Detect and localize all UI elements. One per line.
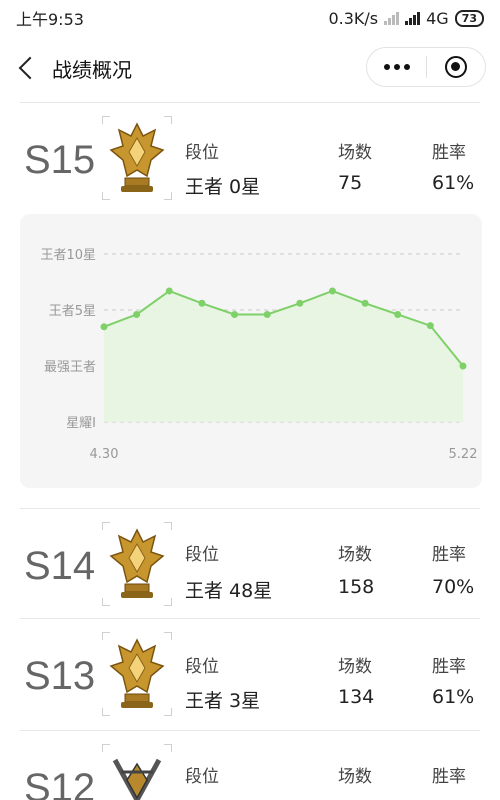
nav-bar: 战绩概况: [0, 40, 500, 96]
games-label: 场数: [338, 143, 372, 163]
divider: [20, 730, 480, 731]
games-value: 158: [338, 576, 375, 598]
rank-label: 段位: [185, 767, 219, 787]
starlight-rank-badge-icon: [102, 744, 172, 800]
season-label: S14: [24, 544, 96, 588]
chart-point: [133, 310, 141, 318]
winrate-label: 胜率: [432, 545, 466, 565]
chart-point: [328, 287, 336, 295]
chart-point: [459, 362, 467, 370]
mini-program-capsule: [366, 47, 486, 87]
games-label: 场数: [338, 767, 372, 787]
king-rank-badge-icon: [102, 632, 172, 716]
network-type: 4G: [426, 8, 449, 28]
chart-point: [296, 299, 304, 307]
rank-value: 王者 48星: [185, 580, 273, 602]
games-value: 75: [338, 172, 363, 194]
cell-signal-icon: [405, 11, 421, 25]
season-label: S12: [24, 766, 96, 800]
chart-point: [198, 299, 206, 307]
more-dots-icon[interactable]: [367, 64, 426, 70]
king-rank-badge-icon: [102, 116, 172, 200]
winrate-value: 61%: [432, 172, 475, 194]
y-tick-label: 王者10星: [40, 248, 96, 263]
status-indicators: 0.3K/s 4G 73: [328, 9, 484, 28]
winrate-value: 61%: [432, 686, 475, 708]
season-label: S15: [24, 138, 96, 182]
games-label: 场数: [338, 545, 372, 565]
rank-label: 段位: [185, 657, 219, 677]
y-tick-label: 星耀I: [66, 416, 96, 431]
network-speed: 0.3K/s: [328, 8, 379, 28]
close-target-icon[interactable]: [427, 56, 485, 78]
games-label: 场数: [338, 657, 372, 677]
rank-trend-chart: 王者10星王者5星最强王者星耀I 4.30 5.22: [20, 214, 482, 488]
x-start-label: 4.30: [90, 447, 119, 462]
back-arrow-icon[interactable]: [14, 56, 38, 80]
chart-svg: 王者10星王者5星最强王者星耀I 4.30 5.22: [40, 248, 478, 462]
battery-icon: 73: [454, 9, 484, 27]
chart-point: [165, 287, 173, 295]
y-tick-label: 王者5星: [49, 304, 96, 319]
rank-value: 王者 3星: [185, 690, 261, 712]
winrate-label: 胜率: [432, 767, 466, 787]
season-row-s12[interactable]: S12 段位 场数 胜率: [0, 732, 500, 800]
chart-area-fill: [104, 290, 463, 422]
chart-point: [231, 310, 239, 318]
games-value: 134: [338, 686, 375, 708]
divider: [20, 618, 480, 619]
status-bar: 上午9:53 0.3K/s 4G 73: [0, 0, 500, 36]
chart-point: [426, 322, 434, 330]
page-title: 战绩概况: [52, 57, 132, 82]
king-rank-badge-icon: [102, 522, 172, 606]
chart-point: [361, 299, 369, 307]
y-tick-label: 最强王者: [44, 360, 96, 375]
divider: [20, 508, 480, 509]
season-row-s14[interactable]: S14 段位 场数 胜率 王者 48星 158 70%: [0, 510, 500, 620]
winrate-label: 胜率: [432, 143, 466, 163]
season-label: S13: [24, 654, 96, 698]
chart-point: [100, 323, 108, 331]
rank-label: 段位: [185, 143, 219, 163]
chart-point: [263, 310, 271, 318]
wifi-signal-icon: [384, 11, 400, 25]
chart-point: [394, 310, 402, 318]
rank-value: 王者 0星: [185, 176, 261, 198]
status-time: 上午9:53: [16, 10, 84, 29]
winrate-label: 胜率: [432, 657, 466, 677]
season-row-s15[interactable]: S15 段位 场数 胜率 王者 0星 75 61%: [0, 104, 500, 214]
x-end-label: 5.22: [449, 447, 478, 462]
winrate-value: 70%: [432, 576, 475, 598]
divider: [20, 102, 480, 103]
rank-label: 段位: [185, 545, 219, 565]
season-row-s13[interactable]: S13 段位 场数 胜率 王者 3星 134 61%: [0, 620, 500, 730]
